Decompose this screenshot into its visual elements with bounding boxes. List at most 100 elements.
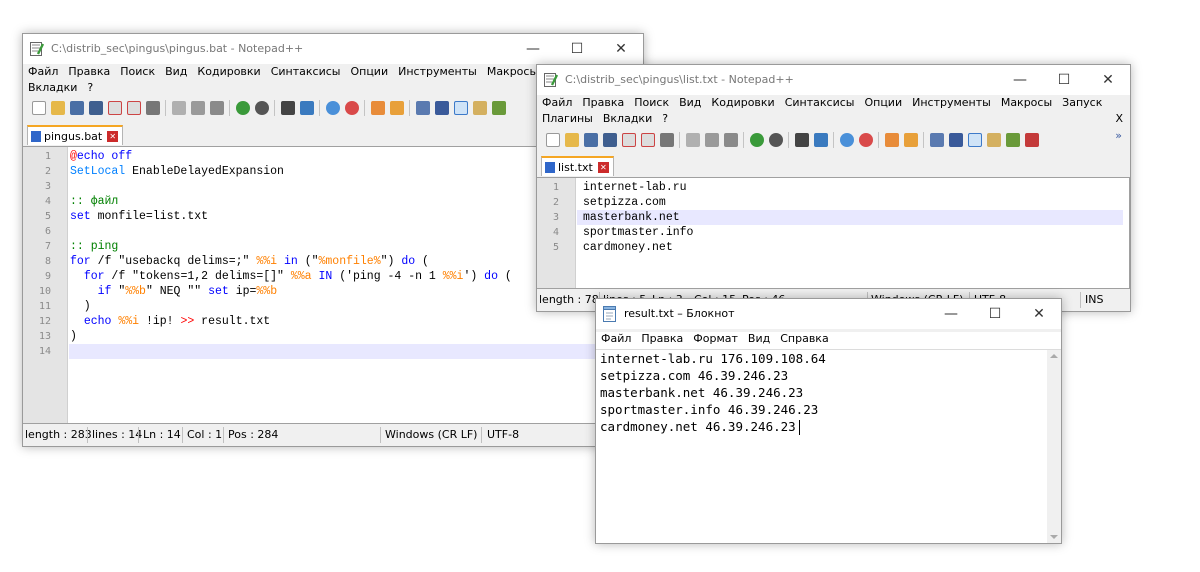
menu-encoding[interactable]: Кодировки	[711, 96, 774, 109]
redo-icon[interactable]	[254, 101, 269, 115]
close-button[interactable]: ✕	[599, 34, 643, 64]
close-file-icon[interactable]	[107, 101, 122, 115]
menu-help[interactable]: Справка	[780, 332, 828, 345]
doc-map-icon[interactable]	[472, 101, 487, 115]
menu-help[interactable]: ?	[87, 81, 93, 94]
close-file-icon[interactable]	[621, 133, 636, 147]
sync-vertical-icon[interactable]	[884, 133, 899, 147]
folder-workspace-icon[interactable]	[1024, 133, 1039, 147]
sync-horizontal-icon[interactable]	[903, 133, 918, 147]
line-number: 11	[38, 301, 51, 312]
open-file-icon[interactable]	[564, 133, 579, 147]
maximize-button[interactable]: ☐	[973, 299, 1017, 329]
redo-icon[interactable]	[768, 133, 783, 147]
title-bar[interactable]: C:\distrib_sec\pingus\pingus.bat - Notep…	[23, 34, 643, 64]
save-all-icon[interactable]	[88, 101, 103, 115]
menu-syntax[interactable]: Синтаксисы	[785, 96, 855, 109]
menu-tools[interactable]: Инструменты	[398, 65, 477, 78]
cut-icon[interactable]	[685, 133, 700, 147]
sync-vertical-icon[interactable]	[370, 101, 385, 115]
title-bar[interactable]: C:\distrib_sec\pingus\list.txt - Notepad…	[537, 65, 1130, 95]
print-icon[interactable]	[659, 133, 674, 147]
maximize-button[interactable]: ☐	[555, 34, 599, 64]
function-list-icon[interactable]	[491, 101, 506, 115]
menu-view[interactable]: Вид	[679, 96, 701, 109]
open-file-icon[interactable]	[50, 101, 65, 115]
copy-icon[interactable]	[190, 101, 205, 115]
paste-icon[interactable]	[723, 133, 738, 147]
vertical-scrollbar[interactable]	[1047, 350, 1061, 543]
tab-close-icon[interactable]: ✕	[597, 161, 609, 173]
menu-tools[interactable]: Инструменты	[912, 96, 991, 109]
tab-close-icon[interactable]: ✕	[107, 130, 119, 142]
menu-plugins[interactable]: Плагины	[542, 112, 593, 125]
toolbar-overflow-icon[interactable]: »	[1115, 129, 1122, 142]
menu-file[interactable]: Файл	[28, 65, 58, 78]
sync-horizontal-icon[interactable]	[389, 101, 404, 115]
menu-edit[interactable]: Правка	[68, 65, 110, 78]
close-all-icon[interactable]	[126, 101, 141, 115]
undo-icon[interactable]	[235, 101, 250, 115]
zoom-out-icon[interactable]	[858, 133, 873, 147]
menu-edit[interactable]: Правка	[582, 96, 624, 109]
zoom-out-icon[interactable]	[344, 101, 359, 115]
menu-tabs[interactable]: Вкладки	[603, 112, 652, 125]
menu-help[interactable]: ?	[662, 112, 668, 125]
save-all-icon[interactable]	[602, 133, 617, 147]
menu-run[interactable]: Запуск	[1062, 96, 1102, 109]
scroll-up-icon[interactable]	[1050, 354, 1058, 358]
close-button[interactable]: ✕	[1017, 299, 1061, 329]
menu-search[interactable]: Поиск	[634, 96, 669, 109]
show-all-chars-icon[interactable]	[434, 101, 449, 115]
show-all-chars-icon[interactable]	[948, 133, 963, 147]
close-button[interactable]: ✕	[1086, 65, 1130, 95]
minimize-button[interactable]: —	[998, 65, 1042, 95]
text-editor[interactable]: 1 2 3 4 5 internet-lab.ru setpizza.com m…	[537, 177, 1130, 289]
doc-map-icon[interactable]	[986, 133, 1001, 147]
menu-options[interactable]: Опции	[350, 65, 388, 78]
menu-search[interactable]: Поиск	[120, 65, 155, 78]
new-file-icon[interactable]	[545, 133, 560, 147]
paste-icon[interactable]	[209, 101, 224, 115]
menu-format[interactable]: Формат	[693, 332, 738, 345]
new-file-icon[interactable]	[31, 101, 46, 115]
menu-file[interactable]: Файл	[542, 96, 572, 109]
menu-edit[interactable]: Правка	[641, 332, 683, 345]
menu-macros[interactable]: Макросы	[487, 65, 538, 78]
menu-encoding[interactable]: Кодировки	[197, 65, 260, 78]
close-doc-button[interactable]: X	[1115, 112, 1123, 125]
replace-icon[interactable]	[813, 133, 828, 147]
word-wrap-icon[interactable]	[929, 133, 944, 147]
word-wrap-icon[interactable]	[415, 101, 430, 115]
minimize-button[interactable]: —	[929, 299, 973, 329]
tab-list-txt[interactable]: list.txt ✕	[541, 156, 614, 176]
text-area[interactable]: internet-lab.ru 176.109.108.64 setpizza.…	[596, 349, 1061, 543]
minimize-button[interactable]: —	[511, 34, 555, 64]
zoom-in-icon[interactable]	[839, 133, 854, 147]
save-icon[interactable]	[69, 101, 84, 115]
copy-icon[interactable]	[704, 133, 719, 147]
menu-macros[interactable]: Макросы	[1001, 96, 1052, 109]
scroll-down-icon[interactable]	[1050, 535, 1058, 539]
menu-file[interactable]: Файл	[601, 332, 631, 345]
indent-guide-icon[interactable]	[967, 133, 982, 147]
menu-view[interactable]: Вид	[165, 65, 187, 78]
menu-view[interactable]: Вид	[748, 332, 770, 345]
cut-icon[interactable]	[171, 101, 186, 115]
function-list-icon[interactable]	[1005, 133, 1020, 147]
indent-guide-icon[interactable]	[453, 101, 468, 115]
undo-icon[interactable]	[749, 133, 764, 147]
maximize-button[interactable]: ☐	[1042, 65, 1086, 95]
menu-options[interactable]: Опции	[864, 96, 902, 109]
close-all-icon[interactable]	[640, 133, 655, 147]
find-icon[interactable]	[794, 133, 809, 147]
print-icon[interactable]	[145, 101, 160, 115]
replace-icon[interactable]	[299, 101, 314, 115]
title-bar[interactable]: result.txt – Блокнот — ☐ ✕	[596, 299, 1061, 329]
save-icon[interactable]	[583, 133, 598, 147]
zoom-in-icon[interactable]	[325, 101, 340, 115]
menu-tabs[interactable]: Вкладки	[28, 81, 77, 94]
find-icon[interactable]	[280, 101, 295, 115]
tab-pingus-bat[interactable]: pingus.bat ✕	[27, 125, 124, 145]
menu-syntax[interactable]: Синтаксисы	[271, 65, 341, 78]
